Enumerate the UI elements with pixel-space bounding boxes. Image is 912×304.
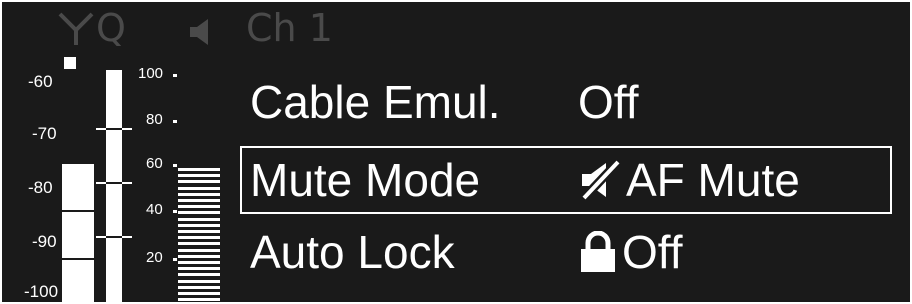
rf-scale-label: -90 <box>32 232 57 251</box>
af-scale-label: 60 <box>146 155 163 172</box>
channel-label: Ch 1 <box>246 6 333 50</box>
menu-item-label: Auto Lock <box>250 226 455 278</box>
rf-level-bar <box>62 164 94 302</box>
reference-tick-outer <box>122 182 132 184</box>
receiver-display: Q Ch 1 -60 -70 -80 -90 -100 100 80 60 40 <box>2 2 910 302</box>
af-level-segment <box>178 286 220 289</box>
menu-item-auto-lock[interactable]: Auto Lock Off <box>240 218 892 286</box>
reference-tick <box>106 182 122 184</box>
antenna-icon <box>58 12 94 45</box>
af-scale-label: 80 <box>146 111 163 128</box>
rf-peak-hold-marker <box>64 57 76 69</box>
af-level-segment <box>178 280 220 283</box>
af-level-segment <box>178 267 220 270</box>
af-level-segment <box>178 180 220 183</box>
rf-scale-label: -60 <box>28 72 53 91</box>
mute-mode-value: AF Mute <box>626 154 800 206</box>
af-level-segment <box>178 261 220 264</box>
quality-label: Q <box>96 6 126 50</box>
af-level-segment <box>178 298 220 301</box>
af-scale-label: 40 <box>146 201 163 218</box>
af-level-segment <box>178 242 220 245</box>
reference-tick-outer <box>96 236 106 238</box>
af-level-segment <box>178 224 220 227</box>
reference-tick-outer <box>96 182 106 184</box>
af-level-segment <box>178 199 220 202</box>
menu-item-value: Off <box>578 75 639 129</box>
rf-level-divider <box>62 258 94 260</box>
reference-bar <box>106 70 122 302</box>
af-level-segment <box>178 273 220 276</box>
menu-item-label: Mute Mode <box>250 154 481 206</box>
af-scale-tick <box>173 74 177 77</box>
af-level-segment <box>178 218 220 221</box>
af-level-segment <box>178 174 220 177</box>
af-level-segment <box>178 255 220 258</box>
af-scale-tick <box>173 164 177 167</box>
rf-scale-label: -100 <box>24 282 59 301</box>
rf-scale-label: -80 <box>28 178 53 197</box>
status-bar: Q Ch 1 <box>2 8 910 48</box>
af-scale-tick <box>173 258 177 261</box>
muted-speaker-icon <box>580 160 622 200</box>
af-level-segment <box>178 292 220 295</box>
af-level-segment <box>178 230 220 233</box>
af-level-segment <box>178 236 220 239</box>
reference-tick <box>106 236 122 238</box>
reference-tick <box>106 128 122 130</box>
speaker-icon <box>190 19 208 45</box>
reference-tick-outer <box>122 236 132 238</box>
af-level-segment <box>178 211 220 214</box>
menu-item-mute-mode[interactable]: Mute Mode AF Mute <box>240 146 892 214</box>
af-level-segment <box>178 205 220 208</box>
reference-tick-outer <box>122 128 132 130</box>
af-level-segment <box>178 249 220 252</box>
af-level-segment <box>178 187 220 190</box>
menu-item-value: Off <box>578 225 683 279</box>
auto-lock-value: Off <box>622 226 683 278</box>
lock-icon <box>581 231 615 272</box>
af-scale-tick <box>173 210 177 213</box>
af-level-segment <box>178 193 220 196</box>
af-scale-label: 20 <box>146 249 163 266</box>
menu-item-cable-emulation[interactable]: Cable Emul. Off <box>240 68 892 136</box>
af-level-segment <box>178 168 220 171</box>
af-scale-tick <box>173 120 177 123</box>
menu-item-label: Cable Emul. <box>250 76 501 128</box>
reference-tick-outer <box>96 128 106 130</box>
menu-item-value: AF Mute <box>578 153 800 207</box>
cable-emulation-value: Off <box>578 76 639 128</box>
rf-scale-label: -70 <box>32 124 57 143</box>
af-scale-label: 100 <box>138 65 164 82</box>
rf-level-divider <box>62 210 94 212</box>
